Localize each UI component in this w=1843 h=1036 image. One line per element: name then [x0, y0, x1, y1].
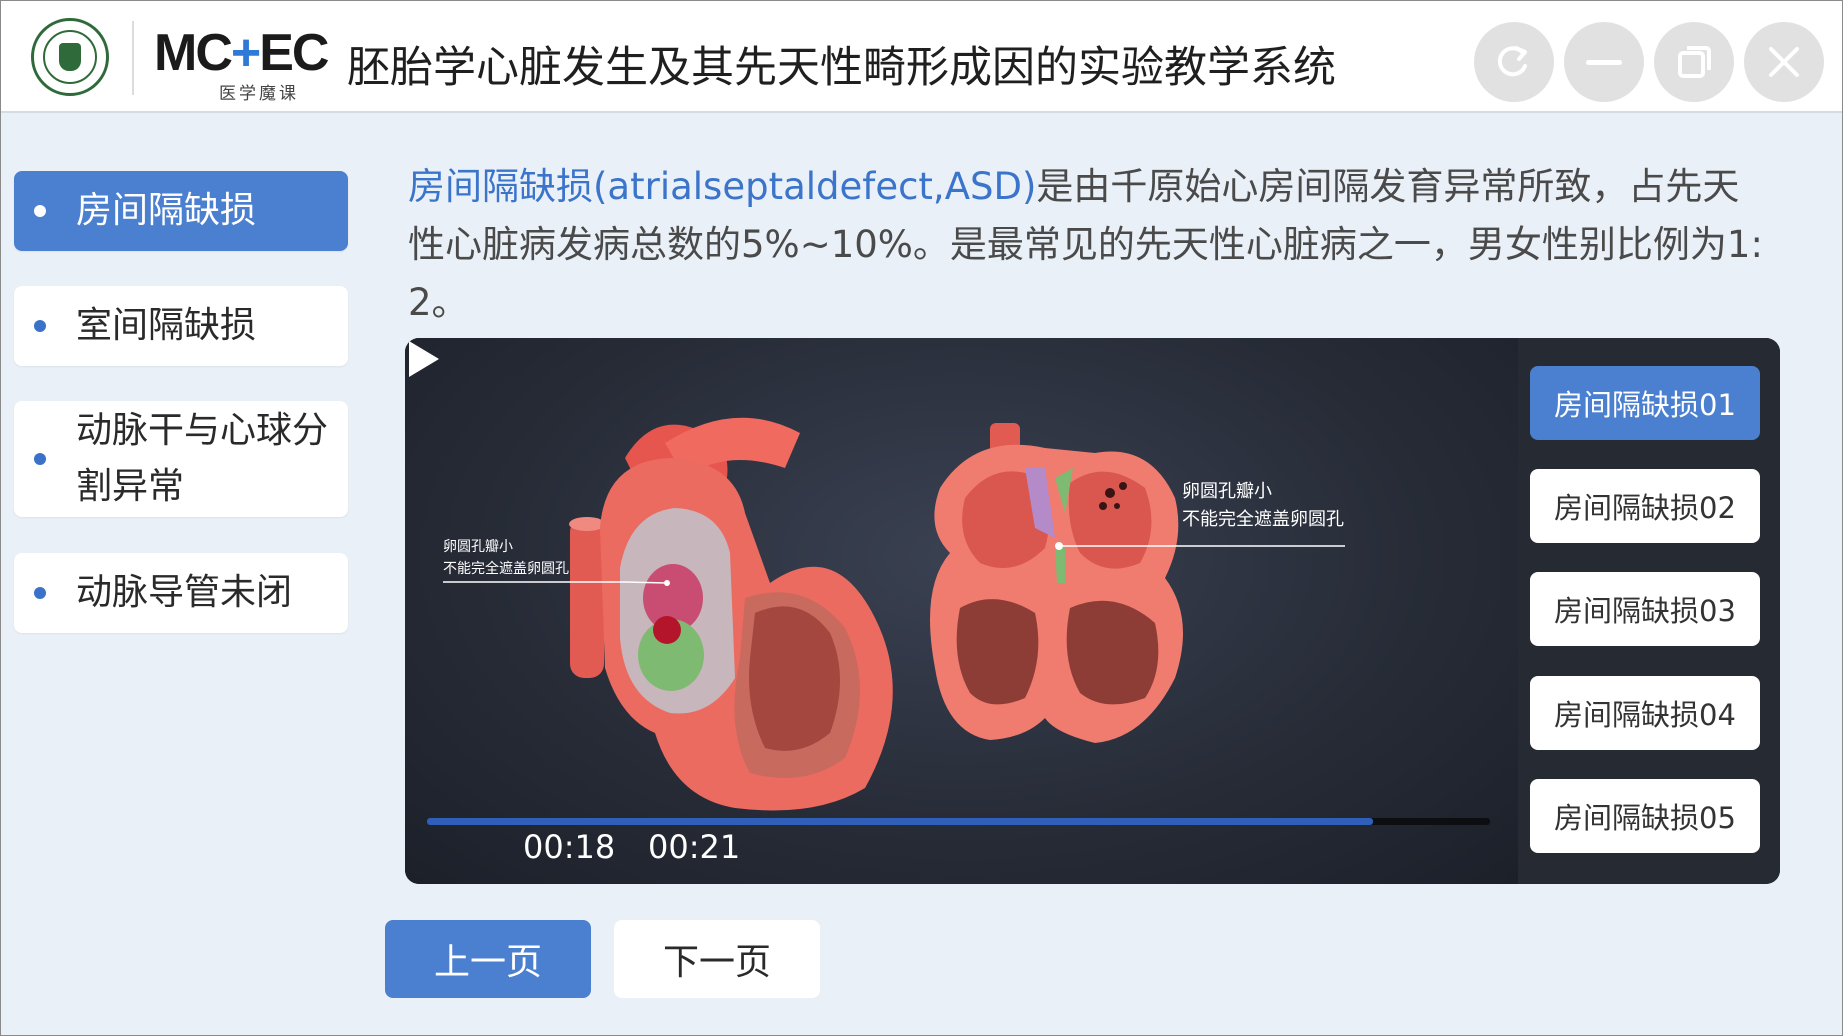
- next-page-button[interactable]: 下一页: [614, 920, 820, 998]
- sidebar-item-patent-ductus-arteriosus[interactable]: 动脉导管未闭: [14, 553, 348, 633]
- total-time: 00:21: [648, 828, 741, 866]
- bullet-icon: [34, 453, 46, 465]
- caption-left-line1: 卵圆孔瓣小: [443, 539, 513, 555]
- bullet-icon: [34, 587, 46, 599]
- refresh-button[interactable]: [1474, 22, 1554, 102]
- sidebar-item-atrial-septal-defect[interactable]: 房间隔缺损: [14, 171, 348, 251]
- sidebar-item-ventricular-septal-defect[interactable]: 室间隔缺损: [14, 286, 348, 366]
- caption-left: 卵圆孔瓣小 不能完全遮盖卵圆孔: [443, 536, 569, 580]
- playlist-item-04[interactable]: 房间隔缺损04: [1530, 676, 1760, 750]
- header-divider: [132, 21, 134, 95]
- caption-right-line2: 不能完全遮盖卵圆孔: [1182, 509, 1344, 530]
- video-progress-fill: [427, 818, 1374, 825]
- sidebar-item-label: 室间隔缺损: [76, 305, 257, 346]
- logo-subtitle: 医学魔课: [219, 84, 299, 104]
- mcec-logo: MC+EC: [154, 24, 329, 82]
- video-frame[interactable]: 卵圆孔瓣小 不能完全遮盖卵圆孔 卵圆孔瓣小 不能完全遮盖卵圆孔 00:18 00…: [405, 338, 1518, 884]
- bullet-icon: [34, 205, 46, 217]
- refresh-icon: [1497, 46, 1527, 77]
- playlist-item-05[interactable]: 房间隔缺损05: [1530, 779, 1760, 853]
- caption-left-line2: 不能完全遮盖卵圆孔: [443, 561, 569, 577]
- play-icon[interactable]: [405, 338, 445, 380]
- close-button[interactable]: [1744, 22, 1824, 102]
- restore-button[interactable]: [1654, 22, 1734, 102]
- sidebar-item-label: 动脉导管未闭: [76, 572, 293, 613]
- video-playlist: 房间隔缺损01 房间隔缺损02 房间隔缺损03 房间隔缺损04 房间隔缺损05: [1518, 338, 1780, 884]
- close-icon: [1769, 47, 1799, 77]
- playlist-item-02[interactable]: 房间隔缺损02: [1530, 469, 1760, 543]
- video-player: 卵圆孔瓣小 不能完全遮盖卵圆孔 卵圆孔瓣小 不能完全遮盖卵圆孔 00:18 00…: [405, 338, 1780, 884]
- topic-description: 房间隔缺损(atrialseptaldefect,ASD)是由千原始心房间隔发育…: [408, 158, 1768, 332]
- heart-model-left: [569, 417, 893, 811]
- app-header: MC+EC 医学魔课 胚胎学心脏发生及其先天性畸形成因的实验教学系统: [1, 1, 1842, 113]
- app-title: 胚胎学心脏发生及其先天性畸形成因的实验教学系统: [347, 43, 1336, 93]
- sidebar-item-label: 房间隔缺损: [76, 190, 257, 231]
- heart-model-right: [930, 423, 1183, 743]
- minimize-icon: [1586, 60, 1622, 65]
- playlist-item-03[interactable]: 房间隔缺损03: [1530, 572, 1760, 646]
- restore-icon: [1678, 46, 1711, 78]
- playlist-item-01[interactable]: 房间隔缺损01: [1530, 366, 1760, 440]
- bullet-icon: [34, 320, 46, 332]
- topic-term: 房间隔缺损(atrialseptaldefect,ASD): [408, 165, 1037, 208]
- current-time: 00:18: [523, 828, 616, 866]
- previous-page-button[interactable]: 上一页: [385, 920, 591, 998]
- heart-illustration: [443, 417, 1345, 811]
- sidebar-item-label: 动脉干与心球分割异常: [76, 410, 329, 507]
- caption-right-line1: 卵圆孔瓣小: [1182, 481, 1272, 502]
- university-seal-icon: [31, 18, 109, 96]
- sidebar-item-truncus-conus-septation[interactable]: 动脉干与心球分割异常: [14, 401, 348, 517]
- caption-right: 卵圆孔瓣小 不能完全遮盖卵圆孔: [1182, 478, 1344, 534]
- video-progress-bar[interactable]: [427, 818, 1490, 825]
- minimize-button[interactable]: [1564, 22, 1644, 102]
